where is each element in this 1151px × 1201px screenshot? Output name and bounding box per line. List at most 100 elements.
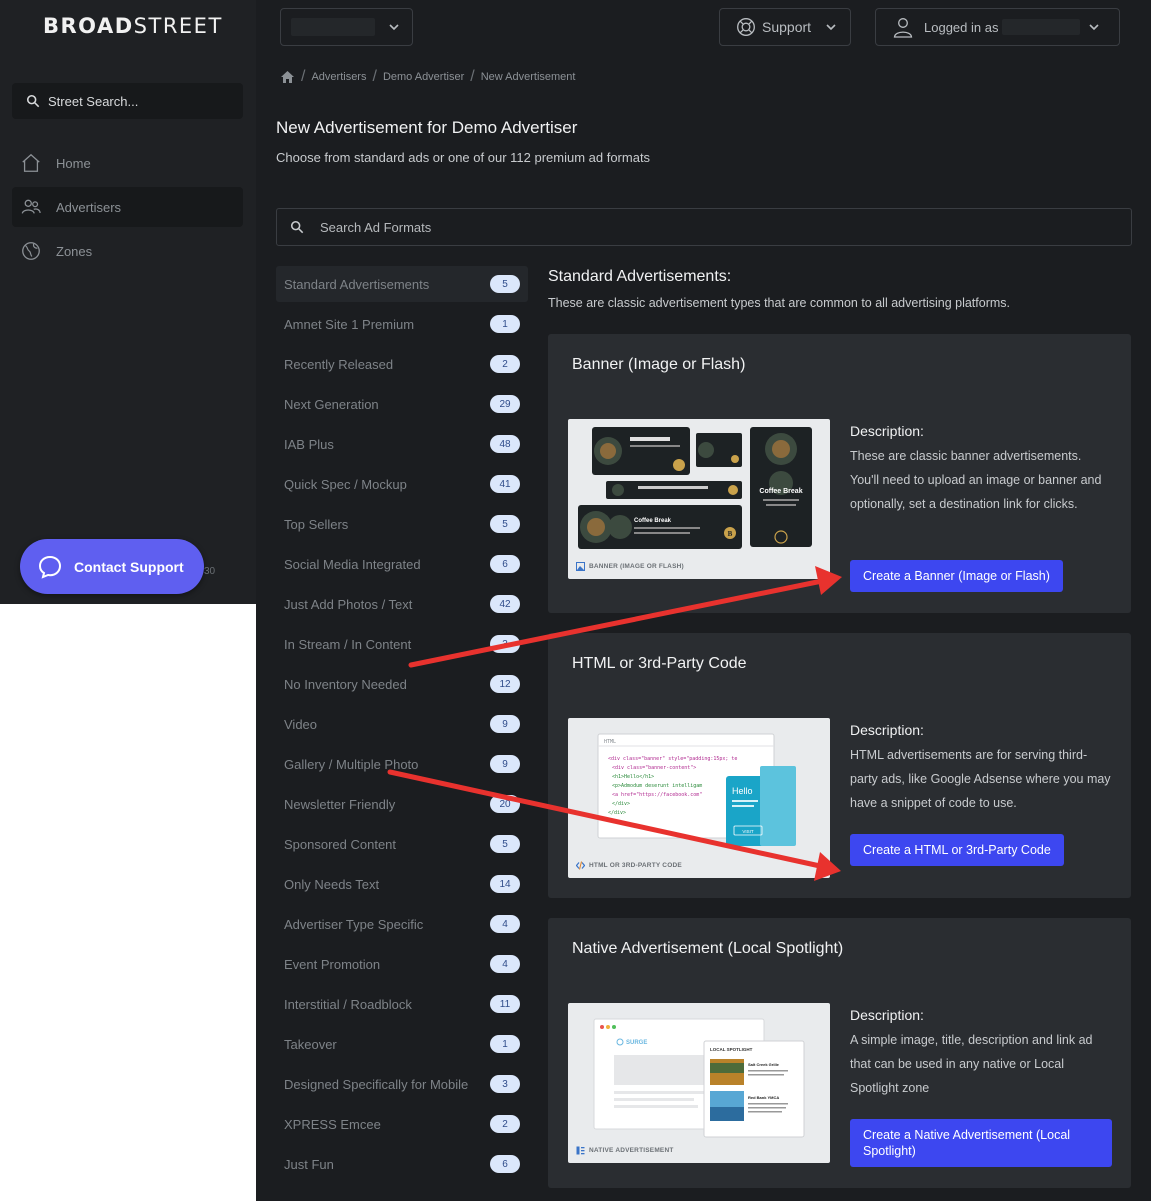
category-label: Video <box>284 716 318 732</box>
code-line: </div> <box>608 810 626 816</box>
mock-hello-text: Hello <box>732 786 753 796</box>
category-item[interactable]: XPRESS Emcee 2 <box>276 1106 528 1142</box>
category-item[interactable]: Newsletter Friendly 20 <box>276 786 528 822</box>
preview-caption: BANNER (IMAGE OR FLASH) <box>576 562 684 571</box>
category-label: Recently Released <box>284 356 394 372</box>
category-label: Just Add Photos / Text <box>284 596 413 612</box>
category-item[interactable]: Just Fun 6 <box>276 1146 528 1182</box>
category-count-badge: 11 <box>490 995 520 1013</box>
page-subtitle: Choose from standard ads or one of our 1… <box>276 150 651 165</box>
redacted-organization-name <box>291 18 375 36</box>
user-icon <box>893 18 913 38</box>
category-count-badge: 41 <box>490 475 520 493</box>
category-item[interactable]: Standard Advertisements 5 <box>276 266 528 302</box>
category-item[interactable]: Next Generation 29 <box>276 386 528 422</box>
user-menu-button[interactable]: Logged in as <box>875 8 1120 46</box>
card-title: HTML or 3rd-Party Code <box>572 655 747 672</box>
category-label: Event Promotion <box>284 956 381 972</box>
code-line: <a href="https://facebook.com" <box>612 792 702 798</box>
mock-brand-text: SURGE <box>626 1040 647 1046</box>
category-label: Designed Specifically for Mobile <box>284 1076 469 1092</box>
code-line: <p>Admodum deserunt intelligam <box>612 783 702 789</box>
street-search[interactable]: Street Search... <box>12 83 243 119</box>
category-label: Amnet Site 1 Premium <box>284 316 415 332</box>
category-item[interactable]: Video 9 <box>276 706 528 742</box>
image-icon <box>576 562 585 571</box>
category-item[interactable]: Top Sellers 5 <box>276 506 528 542</box>
home-icon[interactable] <box>280 70 295 84</box>
organization-select[interactable] <box>280 8 413 46</box>
brand-logo[interactable]: BROADSTREET <box>43 14 223 38</box>
html-mockup-illustration: HTML <div class="banner" style="padding:… <box>597 733 796 846</box>
mock-coffee-break-text: Coffee Break <box>759 488 802 495</box>
ad-format-search-input[interactable] <box>318 218 1102 236</box>
mock-spotlight-heading: LOCAL SPOTLIGHT <box>710 1047 753 1052</box>
category-item[interactable]: Gallery / Multiple Photo 9 <box>276 746 528 782</box>
category-item[interactable]: Event Promotion 4 <box>276 946 528 982</box>
create-native-ad-button[interactable]: Create a Native Advertisement (Local Spo… <box>850 1119 1112 1167</box>
category-label: Only Needs Text <box>284 876 380 892</box>
category-item[interactable]: Social Media Integrated 6 <box>276 546 528 582</box>
category-item[interactable]: No Inventory Needed 12 <box>276 666 528 702</box>
create-banner-button[interactable]: Create a Banner (Image or Flash) <box>850 560 1063 592</box>
category-count-badge: 20 <box>490 795 520 813</box>
category-count-badge: 1 <box>490 315 520 333</box>
home-icon <box>22 153 40 172</box>
section-subtitle: These are classic advertisement types th… <box>548 296 1011 310</box>
category-list: Standard Advertisements 5 Amnet Site 1 Pre… <box>276 266 528 1201</box>
create-html-code-button[interactable]: Create a HTML or 3rd-Party Code <box>850 834 1064 866</box>
search-icon <box>26 94 40 108</box>
category-label: Newsletter Friendly <box>284 796 396 812</box>
chevron-down-icon <box>1089 24 1100 31</box>
sidebar-item-advertisers[interactable]: Advertisers <box>12 187 243 227</box>
category-label: No Inventory Needed <box>284 676 407 692</box>
ad-format-search[interactable] <box>276 208 1132 246</box>
preview-caption: NATIVE ADVERTISEMENT <box>576 1146 674 1155</box>
card-banner: Banner (Image or Flash) Coffee Break Cof… <box>548 334 1131 613</box>
mock-coffee-break-text: Coffee Break <box>634 518 672 524</box>
category-label: Next Generation <box>284 396 379 412</box>
category-item[interactable]: Just Add Photos / Text 42 <box>276 586 528 622</box>
support-menu-button[interactable]: Support <box>719 8 851 46</box>
category-label: Sponsored Content <box>284 836 397 852</box>
category-item[interactable]: Interstitial / Roadblock 11 <box>276 986 528 1022</box>
category-count-badge: 5 <box>490 515 520 533</box>
category-item[interactable]: Takeover 1 <box>276 1026 528 1062</box>
code-line: <div class="banner" style="padding:15px;… <box>608 756 737 762</box>
category-item[interactable]: Only Needs Text 14 <box>276 866 528 902</box>
category-count-badge: 6 <box>490 555 520 573</box>
redacted-username <box>1002 19 1081 35</box>
card-html-code: HTML or 3rd-Party Code HTML <div class="… <box>548 633 1131 898</box>
sidebar-item-home[interactable]: Home <box>12 143 243 183</box>
category-item[interactable]: Designed Specifically for Mobile 3 <box>276 1066 528 1102</box>
globe-icon <box>22 242 40 260</box>
sidebar: BROADSTREET Street Search... Home Advert… <box>0 0 257 604</box>
category-count-badge: 29 <box>490 395 520 413</box>
category-label: IAB Plus <box>284 436 334 452</box>
sidebar-item-zones[interactable]: Zones <box>12 231 243 271</box>
category-item[interactable]: Recently Released 2 <box>276 346 528 382</box>
breadcrumb-advertisers[interactable]: Advertisers <box>311 71 366 83</box>
category-item[interactable]: Quick Spec / Mockup 41 <box>276 466 528 502</box>
native-mockup-illustration: SURGE LOCAL SPOTLIGHT Salt Creek Grille … <box>593 1018 805 1138</box>
category-count-badge: 14 <box>490 875 520 893</box>
version-text: 30 <box>204 566 216 577</box>
category-item[interactable]: Amnet Site 1 Premium 1 <box>276 306 528 342</box>
category-item[interactable]: Advertiser Type Specific 4 <box>276 906 528 942</box>
top-bar: Support Logged in as <box>256 0 1151 56</box>
mock-html-tab: HTML <box>604 739 616 745</box>
native-preview-image: SURGE LOCAL SPOTLIGHT Salt Creek Grille … <box>568 1003 830 1163</box>
category-label: Interstitial / Roadblock <box>284 996 412 1012</box>
description-heading: Description: <box>850 1007 924 1023</box>
breadcrumb-demo-advertiser[interactable]: Demo Advertiser <box>383 71 464 83</box>
category-item[interactable]: IAB Plus 48 <box>276 426 528 462</box>
breadcrumb-current: New Advertisement <box>480 71 576 83</box>
breadcrumb: / Advertisers / Demo Advertiser / New Ad… <box>280 68 575 86</box>
category-count-badge: 42 <box>490 595 520 613</box>
category-item[interactable]: Sponsored Content 5 <box>276 826 528 862</box>
mock-visit-button: VISIT <box>742 829 754 834</box>
contact-support-button[interactable]: Contact Support <box>20 539 204 594</box>
category-item[interactable]: In Stream / In Content 3 <box>276 626 528 662</box>
lifebuoy-icon <box>737 18 755 36</box>
category-label: Just Fun <box>284 1156 334 1172</box>
